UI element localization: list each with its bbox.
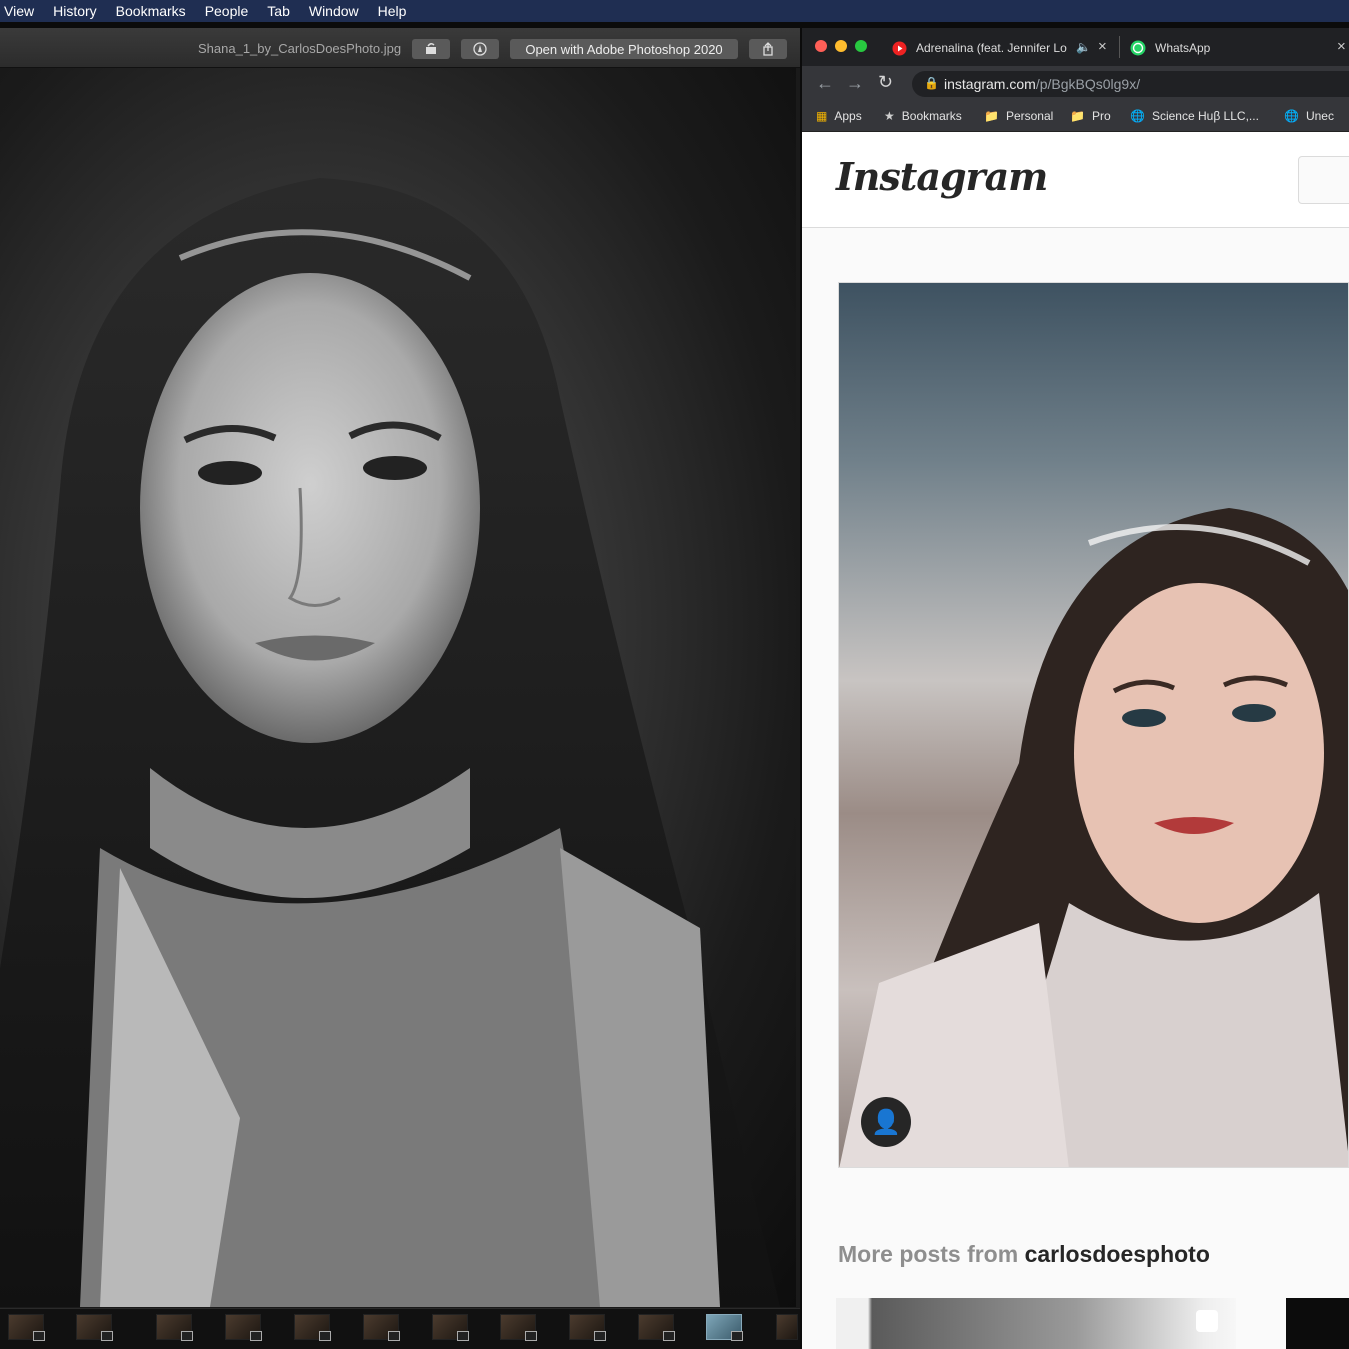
more-posts-username[interactable]: carlosdoesphoto: [1025, 1241, 1210, 1267]
search-input[interactable]: [1298, 156, 1349, 204]
folder-icon: 📁: [984, 109, 999, 123]
preview-filename: Shana_1_by_CarlosDoesPhoto.jpg: [198, 41, 402, 56]
zoom-window-icon[interactable]: [855, 40, 867, 52]
color-portrait-illustration: [839, 508, 1348, 1167]
filmstrip-thumb[interactable]: [432, 1314, 469, 1341]
back-arrow-icon[interactable]: ←: [816, 73, 834, 94]
filmstrip-thumb[interactable]: [500, 1314, 537, 1341]
address-bar[interactable]: 🔒 instagram.com/p/BgkBQs0lg9x/: [912, 71, 1349, 97]
tab-adrenalina[interactable]: Adrenalina (feat. Jennifer Lo: [916, 41, 1071, 55]
bookmark-apps[interactable]: ▦ Apps: [816, 109, 862, 123]
audio-playing-icon[interactable]: 🔈: [1076, 40, 1091, 54]
carousel-icon: [1196, 1310, 1218, 1332]
bookmark-pro[interactable]: 📁 Pro: [1070, 109, 1111, 123]
filmstrip-thumb-selected[interactable]: [706, 1314, 743, 1341]
reload-icon[interactable]: ↻: [878, 72, 893, 93]
open-with-photoshop-button[interactable]: Open with Adobe Photoshop 2020: [510, 39, 738, 59]
tagged-user-icon[interactable]: 👤: [861, 1097, 911, 1147]
filmstrip: [0, 1308, 800, 1349]
folder-icon: 📁: [1070, 109, 1085, 123]
close-tab-icon[interactable]: ×: [1337, 38, 1346, 55]
filmstrip-thumb[interactable]: [363, 1314, 400, 1341]
preview-toolbar: Shana_1_by_CarlosDoesPhoto.jpg Open with…: [0, 28, 800, 68]
url-path: /p/BgkBQs0lg9x/: [1035, 76, 1141, 92]
whatsapp-icon: [1130, 40, 1146, 56]
instagram-post-photo[interactable]: 👤: [838, 282, 1349, 1168]
url-host: instagram.com: [944, 76, 1036, 92]
menu-bookmarks[interactable]: Bookmarks: [116, 3, 186, 19]
share-icon: [763, 42, 773, 56]
lock-icon[interactable]: 🔒: [924, 76, 939, 90]
menu-view[interactable]: View: [4, 3, 34, 19]
omnibox-bar: ← → ↻ 🔒 instagram.com/p/BgkBQs0lg9x/: [802, 66, 1349, 102]
menu-window[interactable]: Window: [309, 3, 359, 19]
instagram-header: Instagram: [802, 132, 1349, 228]
tab-whatsapp[interactable]: WhatsApp: [1155, 41, 1210, 55]
bookmark-unec[interactable]: 🌐 Unec: [1284, 109, 1334, 123]
markup-button[interactable]: [461, 39, 499, 59]
close-window-icon[interactable]: [815, 40, 827, 52]
menu-people[interactable]: People: [205, 3, 249, 19]
preview-window: Shana_1_by_CarlosDoesPhoto.jpg Open with…: [0, 28, 800, 1349]
star-icon: ★: [884, 109, 895, 123]
globe-icon: 🌐: [1130, 109, 1145, 123]
filmstrip-thumb[interactable]: [76, 1314, 113, 1341]
menu-bar: View History Bookmarks People Tab Window…: [0, 0, 1349, 22]
url-text[interactable]: instagram.com/p/BgkBQs0lg9x/: [944, 76, 1140, 92]
more-posts-thumb[interactable]: [836, 1298, 1236, 1349]
filmstrip-thumb[interactable]: [569, 1314, 606, 1341]
more-posts-thumb[interactable]: [1286, 1298, 1349, 1349]
share-button[interactable]: [749, 39, 787, 59]
filmstrip-thumb[interactable]: [294, 1314, 331, 1341]
filmstrip-thumb[interactable]: [776, 1314, 798, 1340]
minimize-window-icon[interactable]: [835, 40, 847, 52]
instagram-logo[interactable]: Instagram: [836, 154, 1048, 199]
filmstrip-thumb[interactable]: [225, 1314, 262, 1341]
filmstrip-thumb[interactable]: [156, 1314, 193, 1341]
close-tab-icon[interactable]: ×: [1098, 38, 1107, 55]
apps-grid-icon: ▦: [816, 109, 828, 123]
bookmarks-bar: ▦ Apps ★ Bookmarks 📁 Personal 📁 Pro 🌐 Science…: [802, 102, 1349, 132]
tab-divider: [1119, 36, 1120, 58]
tab-strip: Adrenalina (feat. Jennifer Lo 🔈 × WhatsA…: [802, 28, 1349, 66]
markup-icon: [473, 42, 487, 56]
filmstrip-thumb[interactable]: [638, 1314, 675, 1341]
bookmark-personal[interactable]: 📁 Personal: [984, 109, 1053, 123]
filmstrip-thumb[interactable]: [8, 1314, 45, 1341]
preview-image-bw-portrait: [0, 68, 796, 1307]
menu-help[interactable]: Help: [378, 3, 407, 19]
menu-tab[interactable]: Tab: [267, 3, 290, 19]
bookmark-bookmarks[interactable]: ★ Bookmarks: [884, 109, 962, 123]
more-posts-heading: More posts from carlosdoesphoto: [838, 1241, 1210, 1267]
youtube-icon: [892, 41, 907, 56]
rotate-icon: [426, 42, 436, 54]
globe-icon: 🌐: [1284, 109, 1299, 123]
rotate-button[interactable]: [412, 39, 450, 59]
bw-portrait-illustration: [0, 178, 780, 1307]
forward-arrow-icon[interactable]: →: [846, 73, 864, 94]
menu-history[interactable]: History: [53, 3, 97, 19]
chrome-window: Adrenalina (feat. Jennifer Lo 🔈 × WhatsA…: [802, 28, 1349, 1349]
bookmark-science-hub[interactable]: 🌐 Science Huβ LLC,...: [1130, 109, 1259, 123]
